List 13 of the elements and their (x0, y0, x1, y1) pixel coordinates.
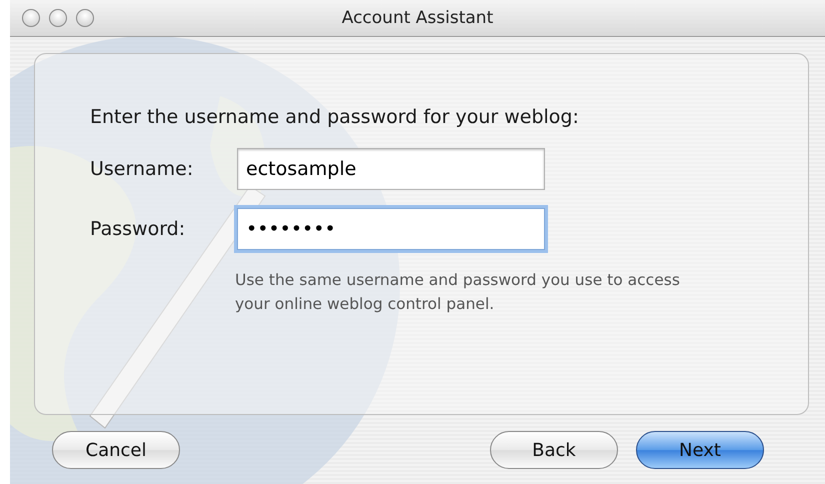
password-field[interactable]: •••••••• (237, 208, 545, 250)
instruction-text: Enter the username and password for your weblog: (90, 106, 580, 128)
field-label: Username: (90, 158, 194, 180)
text-field[interactable]: ectosample (237, 148, 545, 190)
dialog-button[interactable]: Back (490, 431, 618, 469)
field-label: Password: (90, 218, 186, 240)
window-control-icon[interactable] (76, 9, 94, 27)
hint-text: Use the same username and password you use to access your online weblog control panel. (235, 270, 681, 315)
window-control-icon[interactable] (49, 9, 67, 27)
window-title: Account Assistant (340, 8, 494, 28)
dialog-button[interactable]: Next (636, 431, 764, 469)
window-control-icon[interactable] (22, 9, 40, 27)
dialog-button[interactable]: Cancel (52, 431, 180, 469)
